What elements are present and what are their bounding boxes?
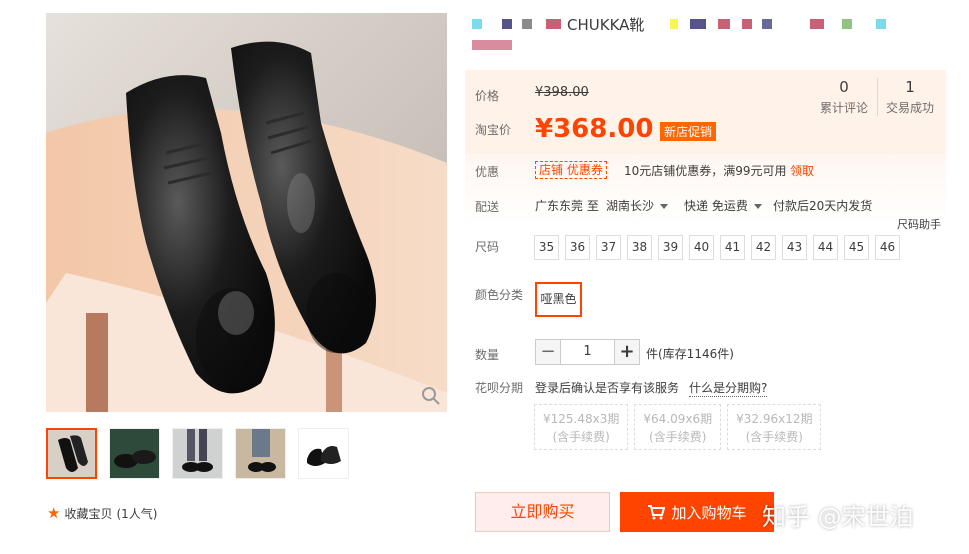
boots-photo	[46, 13, 447, 412]
quantity-input[interactable]: 1	[561, 339, 614, 365]
size-options: 35 36 37 38 39 40 41 42 43 44 45 46	[534, 235, 900, 260]
coupon-description: 10元店铺优惠券，满99元可用	[624, 164, 787, 178]
thumbnail-5[interactable]	[298, 428, 349, 479]
size-option[interactable]: 40	[689, 235, 714, 260]
shipping-label: 配送	[475, 200, 500, 214]
blur-block	[810, 19, 824, 29]
star-icon: ★	[47, 504, 61, 522]
add-to-cart-label: 加入购物车	[671, 503, 747, 522]
size-option[interactable]: 46	[875, 235, 900, 260]
thumbnail-4[interactable]	[235, 428, 286, 479]
favorite-item[interactable]: ★ 收藏宝贝 (1人气)	[47, 504, 157, 522]
installment-plan[interactable]: ¥64.09x6期 (含手续费)	[634, 404, 722, 450]
chevron-down-icon	[753, 204, 762, 209]
watermark: 知乎 @宋世泊	[762, 503, 914, 531]
stock-info: 件(库存1146件)	[646, 347, 734, 361]
blur-block	[876, 19, 886, 29]
thumbnail-3[interactable]	[172, 428, 223, 479]
size-option[interactable]: 39	[658, 235, 683, 260]
main-product-image[interactable]	[46, 13, 447, 412]
shipping-method[interactable]: 快递 免运费	[684, 197, 762, 214]
size-option[interactable]: 36	[565, 235, 590, 260]
promo-badge: 新店促销	[660, 122, 717, 141]
size-option[interactable]: 44	[813, 235, 838, 260]
blur-block	[670, 19, 678, 29]
buy-now-button[interactable]: 立即购买	[475, 492, 610, 532]
review-count[interactable]: 0 累计评论	[816, 78, 872, 116]
favorite-label: 收藏宝贝	[64, 506, 113, 521]
increase-button[interactable]: +	[614, 339, 640, 365]
size-option[interactable]: 37	[596, 235, 621, 260]
size-option[interactable]: 42	[751, 235, 776, 260]
magnifier-icon[interactable]	[421, 386, 441, 406]
quantity-label: 数量	[475, 348, 500, 362]
coupon-claim-link[interactable]: 领取	[790, 162, 814, 179]
color-option-selected[interactable]: 哑黑色	[535, 282, 582, 317]
shipping-from: 广东东莞 至	[535, 199, 599, 213]
color-label: 颜色分类	[475, 288, 524, 302]
size-option[interactable]: 41	[720, 235, 745, 260]
delivery-time: 付款后20天内发货	[773, 199, 873, 213]
chevron-down-icon	[660, 204, 669, 209]
blur-block	[522, 19, 532, 29]
installment-plan[interactable]: ¥125.48x3期 (含手续费)	[534, 404, 629, 450]
add-to-cart-button[interactable]: 加入购物车	[620, 492, 774, 532]
blur-block	[472, 40, 512, 50]
sales-count[interactable]: 1 交易成功	[882, 78, 938, 116]
original-price: ¥398.00	[535, 85, 589, 100]
size-helper-link[interactable]: 尺码助手	[897, 216, 941, 232]
size-label: 尺码	[475, 240, 500, 254]
price-label: 价格	[475, 89, 500, 103]
shipping-destination[interactable]: 湖南长沙	[606, 197, 669, 214]
thumbnail-strip	[46, 428, 349, 479]
promo-price-label: 淘宝价	[475, 123, 512, 137]
installment-plan[interactable]: ¥32.96x12期 (含手续费)	[727, 404, 822, 450]
thumbnail-2[interactable]	[109, 428, 160, 479]
blur-block	[742, 19, 752, 29]
size-option[interactable]: 35	[534, 235, 559, 260]
decrease-button[interactable]: −	[535, 339, 561, 365]
installment-plans: ¥125.48x3期 (含手续费) ¥64.09x6期 (含手续费) ¥32.96x…	[534, 404, 822, 450]
size-option[interactable]: 43	[782, 235, 807, 260]
thumbnail-1[interactable]	[46, 428, 97, 479]
blur-block	[472, 19, 482, 29]
cart-icon	[648, 505, 666, 520]
product-title: CHUKKA靴	[567, 16, 645, 34]
favorite-count: (1人气)	[116, 506, 158, 521]
size-option[interactable]: 45	[844, 235, 869, 260]
blur-block	[842, 19, 852, 29]
coupon-label: 优惠	[475, 165, 500, 179]
installment-text: 登录后确认是否享有该服务	[535, 381, 680, 395]
blur-block	[690, 19, 706, 29]
blur-block	[502, 19, 512, 29]
installment-label: 花呗分期	[475, 381, 524, 395]
size-option[interactable]: 38	[627, 235, 652, 260]
blur-block	[546, 19, 561, 29]
current-price: ¥368.00	[535, 114, 654, 144]
installment-help-link[interactable]: 什么是分期购?	[689, 379, 768, 397]
coupon-tag[interactable]: 店铺 优惠券	[535, 161, 607, 179]
blur-block	[762, 19, 772, 29]
product-title-blur	[466, 14, 946, 54]
blur-block	[718, 19, 730, 29]
quantity-stepper: − 1 +	[535, 339, 640, 365]
